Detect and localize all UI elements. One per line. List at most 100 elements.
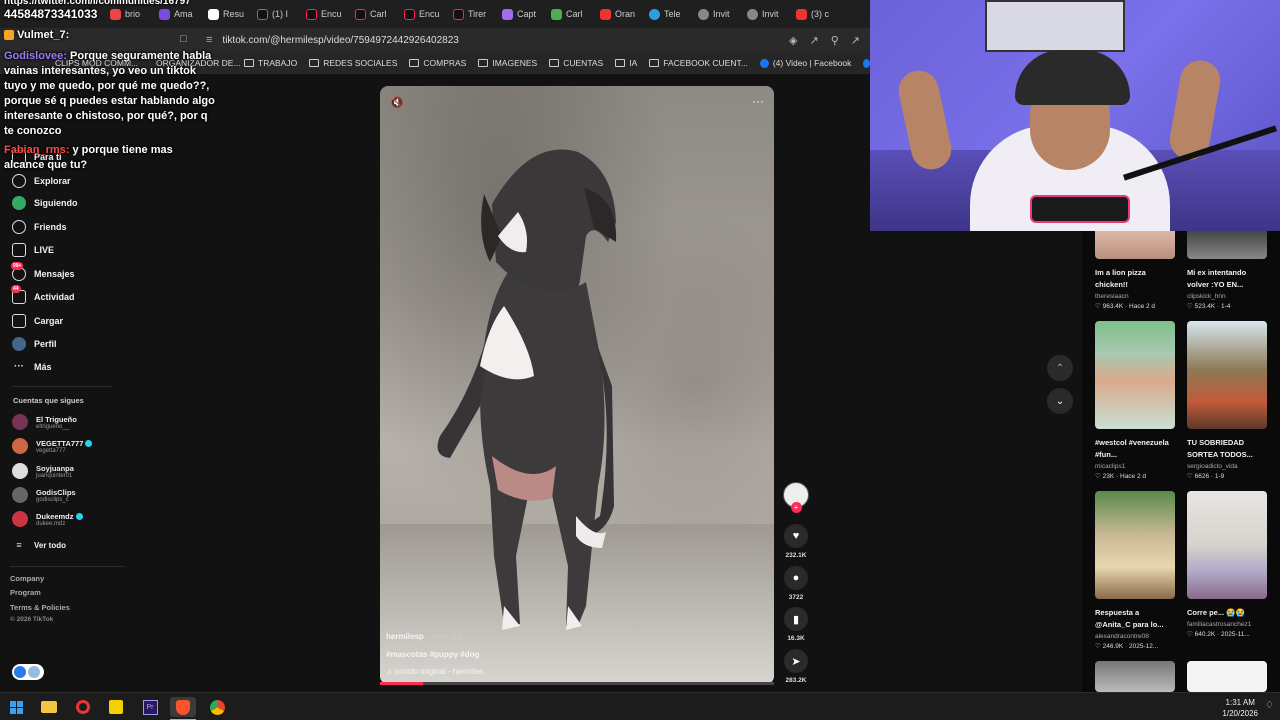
browser-tab[interactable]: Tirer <box>453 8 502 20</box>
following-account[interactable]: El Trigueño eltrigueno__ <box>12 414 77 430</box>
browser-tab[interactable]: Ama <box>159 8 208 20</box>
save-button[interactable]: ▮ 16.3K <box>782 607 810 642</box>
see-all-link[interactable]: ≡ Ver todo <box>12 540 66 550</box>
telegram-icon <box>649 8 660 20</box>
author-avatar-button[interactable]: + <box>782 482 810 513</box>
tab-favicon-icon <box>159 8 170 20</box>
sidebar-item-mensajes[interactable]: 99+ Mensajes <box>11 262 75 281</box>
chevron-up-icon: ⌃ <box>1055 362 1065 374</box>
recommended-card[interactable]: Mi ex intentando volver :YO EN... clipsk… <box>1187 223 1267 310</box>
recommended-card[interactable] <box>1095 661 1175 692</box>
folder-icon <box>478 59 489 67</box>
previous-video-button[interactable]: ⌃ <box>1047 355 1073 381</box>
follow-plus-icon[interactable]: + <box>790 502 802 513</box>
browser-tab[interactable]: Carl <box>355 8 404 20</box>
taskbar-app[interactable] <box>105 697 127 717</box>
windows-taskbar: Pr 1:31 AM 1/20/2026 ♢ <box>0 692 1280 720</box>
brave-button[interactable] <box>170 697 196 717</box>
overlay-number: 44584873341033 <box>4 7 98 21</box>
bookmark-folder[interactable]: CUENTAS <box>549 58 603 68</box>
streamer-tag: Vulmet_7: <box>4 28 69 43</box>
recommended-card[interactable]: Corre pe... 😭😭 familiacastrosanchez1 ♡ 6… <box>1187 491 1267 638</box>
bookmark-folder[interactable]: IA <box>615 58 637 68</box>
facebook-icon <box>759 58 769 68</box>
sidebar-item-mas[interactable]: ··· Más <box>12 361 52 372</box>
recommended-card[interactable]: #westcol #venezuela #fun... micaclips1 ♡… <box>1095 321 1175 480</box>
more-options-icon[interactable]: ··· <box>752 94 764 108</box>
zoom-icon[interactable]: ⚲ <box>831 34 839 47</box>
browser-tab[interactable]: Encu <box>306 8 355 20</box>
following-title: Cuentas que sigues <box>13 396 84 405</box>
video-sound[interactable]: ♫ sonido original - hermiles <box>386 667 483 676</box>
bookmark-folder[interactable]: REDES SOCIALES <box>309 58 397 68</box>
video-thumbnail <box>1095 491 1175 599</box>
footer-terms[interactable]: Terms & Policies <box>10 603 70 612</box>
browser-tab[interactable]: Oran <box>600 8 649 20</box>
folder-icon <box>409 59 420 67</box>
sidebar-item-live[interactable]: LIVE <box>12 243 54 257</box>
sidebar-item-perfil[interactable]: Perfil <box>12 337 57 351</box>
recommended-card[interactable]: Respuesta a @Anita_C para lo... alexandr… <box>1095 491 1175 650</box>
browser-tab[interactable]: (3) c <box>796 8 845 20</box>
browser-tab[interactable]: Encu <box>404 8 453 20</box>
browser-tab[interactable]: Capt <box>502 8 551 20</box>
browser-tab[interactable]: Tele <box>649 8 698 20</box>
share-button[interactable]: ➤ 283.2K <box>782 649 810 684</box>
following-account[interactable]: VEGETTA777 vegetta777 <box>12 438 93 454</box>
url-field[interactable]: ≡ tiktok.com/@hermilesp/video/7594972442… <box>206 31 866 49</box>
sidebar-item-explorar[interactable]: Explorar <box>12 174 71 188</box>
sidebar-item-cargar[interactable]: Cargar <box>12 314 63 328</box>
mute-icon[interactable]: 🔇 <box>390 96 404 109</box>
comment-button[interactable]: ● 3722 <box>782 566 810 601</box>
browser-tab[interactable]: Resu <box>208 8 257 20</box>
video-player[interactable]: 🔇 ··· <box>380 86 774 684</box>
video-thumbnail <box>1187 491 1267 599</box>
next-video-button[interactable]: ⌄ <box>1047 388 1073 414</box>
footer-program[interactable]: Program <box>10 588 41 597</box>
bookmark-folder[interactable]: COMPRAS <box>409 58 466 68</box>
bookmark-folder[interactable]: FACEBOOK CUENT... <box>649 58 748 68</box>
share-icon[interactable]: ↗ <box>851 34 860 47</box>
sidebar-item-actividad[interactable]: 44 Actividad <box>11 285 75 304</box>
file-explorer-button[interactable] <box>38 697 60 717</box>
like-button[interactable]: ♥ 232.1K <box>782 524 810 559</box>
brave-icon <box>176 699 190 715</box>
video-author[interactable]: hermilesp <box>386 632 424 641</box>
browser-tab[interactable]: Invit <box>747 8 796 20</box>
tab-favicon-icon <box>110 8 121 20</box>
site-info-icon[interactable]: ≡ <box>206 34 212 46</box>
facebook-icon[interactable] <box>863 58 870 68</box>
start-button[interactable] <box>5 697 27 717</box>
browser-tab[interactable]: Carl <box>551 8 600 20</box>
open-external-icon[interactable]: ↗ <box>810 34 819 47</box>
system-clock[interactable]: 1:31 AM 1/20/2026 <box>1222 697 1258 719</box>
video-progress-fill <box>380 682 424 685</box>
premiere-button[interactable]: Pr <box>139 697 161 717</box>
video-hashtags[interactable]: #mascotas #puppy #dog <box>386 650 479 659</box>
video-progress-bar[interactable] <box>380 682 774 685</box>
sidebar-item-siguiendo[interactable]: Siguiendo <box>12 196 78 210</box>
bookmark-folder[interactable]: TRABAJO <box>244 58 297 68</box>
get-app-button[interactable] <box>12 664 44 680</box>
chrome-button[interactable] <box>206 697 228 717</box>
upload-icon <box>12 314 26 328</box>
bookmark-link[interactable]: (4) Video | Facebook <box>759 58 851 68</box>
recommended-card[interactable]: TU SOBRIEDAD SORTEA TODOS... sergioadict… <box>1187 321 1267 480</box>
bookmark-folder[interactable]: IMAGENES <box>478 58 537 68</box>
translate-icon[interactable]: ◈ <box>789 34 797 47</box>
taskbar-app[interactable] <box>72 697 94 717</box>
notification-bell-icon[interactable]: ♢ <box>1265 700 1274 711</box>
recommended-card[interactable] <box>1187 661 1267 692</box>
bookmark-icon[interactable]: □ <box>180 33 187 45</box>
following-account[interactable]: Soyjuanpa juanquinter01 <box>12 463 74 479</box>
browser-tab[interactable]: Invit <box>698 8 747 20</box>
sidebar-item-friends[interactable]: Friends <box>12 220 67 234</box>
browser-tab[interactable]: brio <box>110 8 159 20</box>
following-account[interactable]: Dukeemdz dukee.mdz <box>12 511 83 527</box>
footer-company[interactable]: Company <box>10 574 44 583</box>
divider <box>10 566 125 567</box>
recommended-card[interactable]: Im a lion pizza chicken!! theresiaacn ♡ … <box>1095 223 1175 310</box>
premiere-icon: Pr <box>142 699 158 715</box>
following-account[interactable]: GodisClips godisclips_c <box>12 487 76 503</box>
browser-tab[interactable]: (1) I <box>257 8 306 20</box>
